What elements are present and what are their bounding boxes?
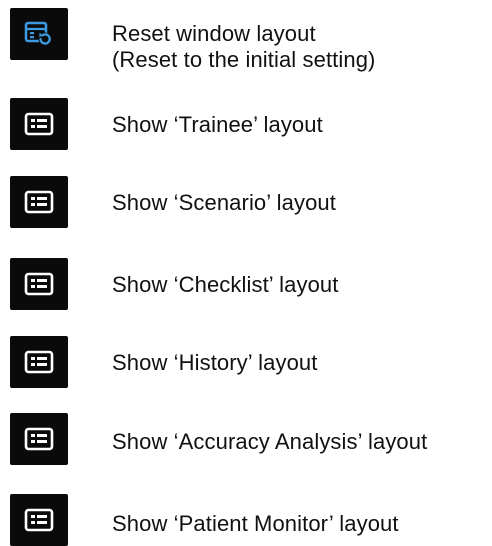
layout-list-icon — [10, 494, 68, 546]
layout-list-icon — [10, 98, 68, 150]
layout-list-icon — [10, 336, 68, 388]
menu-item-label: Show ‘Accuracy Analysis’ layout — [112, 429, 428, 454]
label-line-1: Reset window layout — [112, 21, 316, 46]
menu-item-label: Reset window layout (Reset to the initia… — [112, 21, 375, 73]
menu-item-label: Show ‘History’ layout — [112, 350, 318, 375]
menu-item-label: Show ‘Trainee’ layout — [112, 112, 323, 137]
label-line-2: (Reset to the initial setting) — [112, 47, 376, 72]
layout-list-icon — [10, 258, 68, 310]
menu-item-label: Show ‘Checklist’ layout — [112, 272, 339, 297]
layout-list-icon — [10, 176, 68, 228]
layout-list-icon — [10, 413, 68, 465]
reset-layout-icon — [10, 8, 68, 60]
menu-item-label: Show ‘Patient Monitor’ layout — [112, 511, 399, 536]
menu-item-label: Show ‘Scenario’ layout — [112, 190, 336, 215]
